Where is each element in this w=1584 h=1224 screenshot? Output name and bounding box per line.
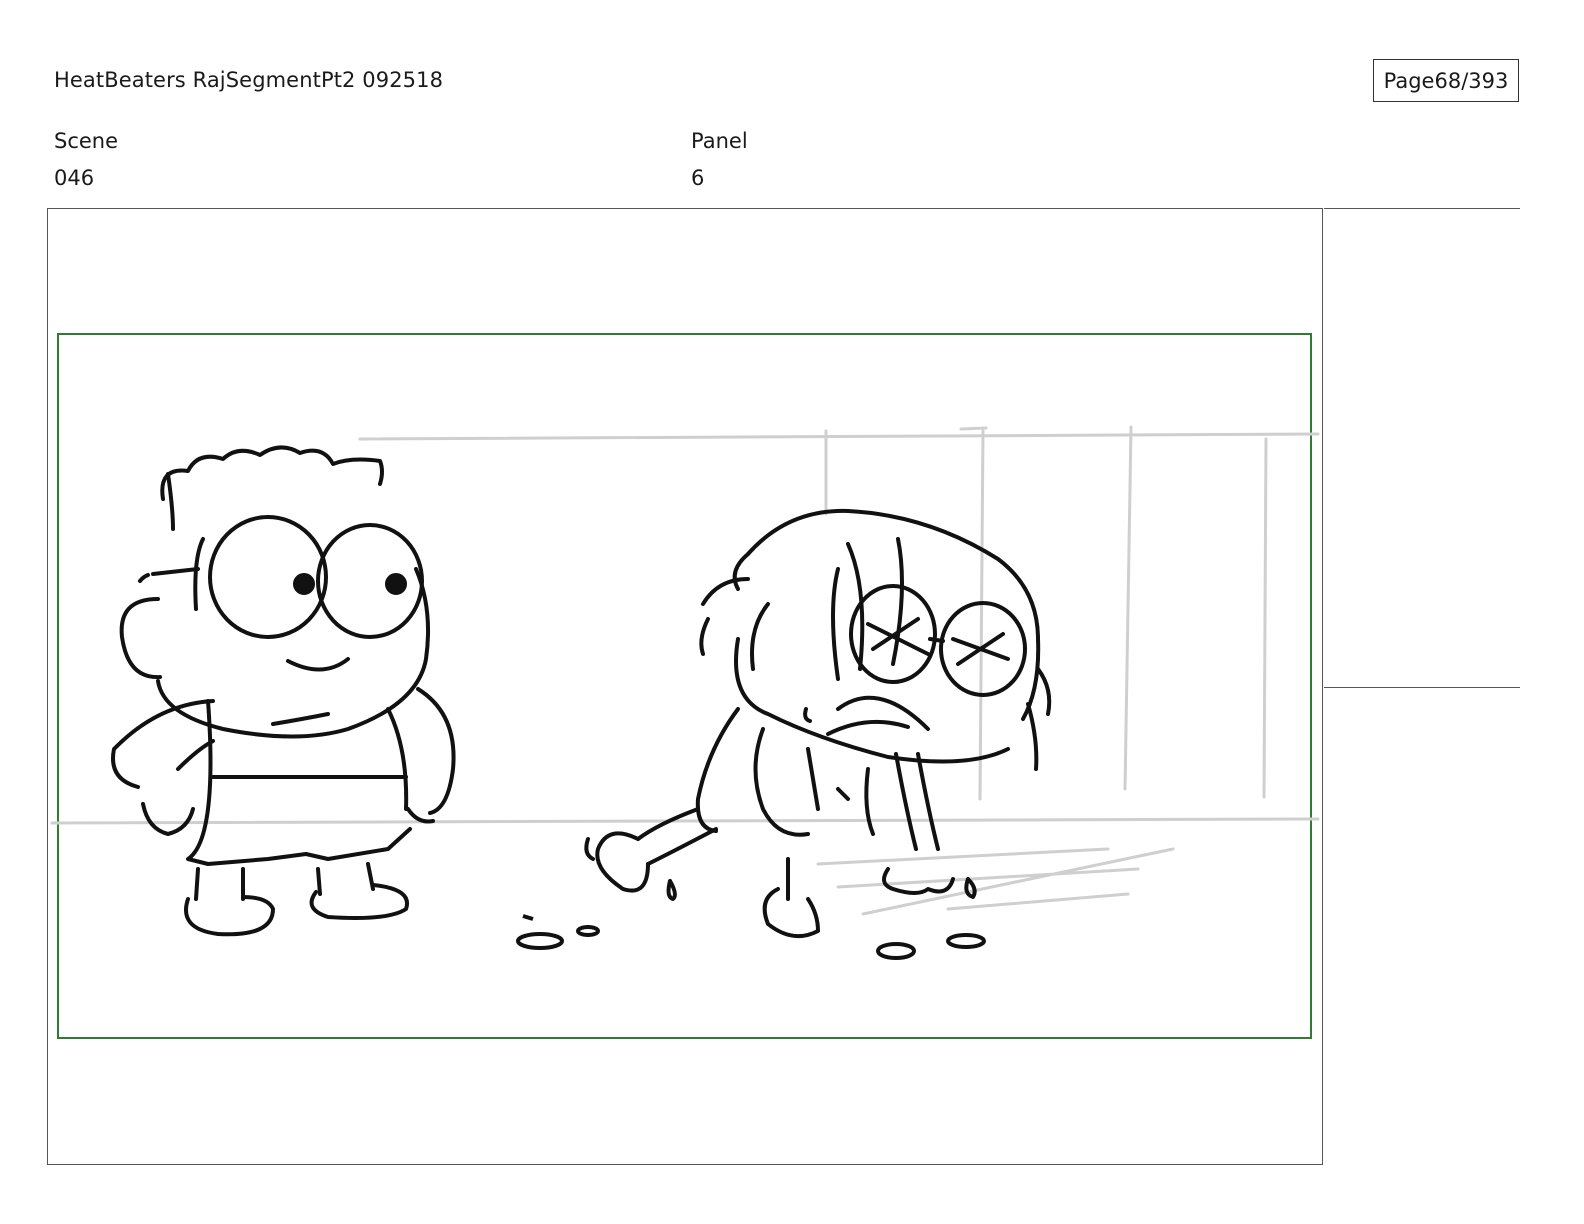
notes-divider-middle [1324,687,1520,688]
scene-label: Scene [54,129,119,153]
storyboard-drawing [50,333,1320,1039]
character-standing [111,445,456,937]
document-title: HeatBeaters RajSegmentPt2 092518 [54,68,444,92]
scene-value: 046 [54,166,95,190]
background-lines [50,425,1320,916]
page-indicator: Page 68/393 [1373,59,1519,102]
page-label: Page [1383,68,1435,93]
notes-divider-top [1324,208,1520,209]
panel-value: 6 [691,166,705,190]
page-number: 68/393 [1434,68,1509,93]
panel-label: Panel [691,129,748,153]
scattered-coins [516,914,986,960]
